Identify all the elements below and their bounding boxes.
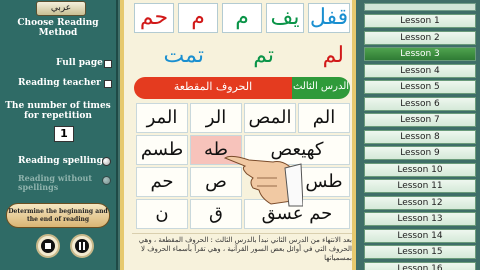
pause-button[interactable] (70, 234, 94, 258)
lesson-item[interactable]: Lesson 3 (364, 47, 476, 61)
lesson-title-banner: الحروف المقطعة (134, 77, 292, 99)
row2-word-left[interactable]: تمت (144, 39, 204, 75)
lesson-number-banner: الدرس الثالث (292, 77, 350, 99)
pause-icon (75, 239, 89, 253)
language-button[interactable]: عربي (36, 1, 86, 16)
grid-cell[interactable]: طسم (136, 135, 188, 165)
top-letter-4[interactable]: يف (266, 3, 304, 33)
grid-cell[interactable]: ن (136, 199, 188, 229)
lesson-item[interactable]: Lesson 4 (364, 63, 476, 78)
lesson-page: حم م م يف قفل تمت تم لم الحروف المقطعة ا… (120, 0, 356, 270)
repetition-label: The number of times for repetition (5, 101, 111, 121)
reading-spellings-label: Reading spellings (18, 156, 108, 166)
top-letter-1[interactable]: حم (134, 3, 174, 33)
lesson-description: بعد الانتهاء من الدرس الثاني نبدأ بالدرس… (132, 233, 352, 269)
reading-teacher-checkbox[interactable] (104, 80, 112, 88)
stop-icon (41, 239, 55, 253)
top-letter-5[interactable]: قفل (308, 3, 350, 33)
lesson-item[interactable]: Lesson 11 (364, 179, 476, 193)
lessons-scroll-header[interactable] (364, 3, 476, 11)
reading-teacher-label: Reading teacher (18, 78, 101, 88)
repetition-input[interactable]: 1 (54, 126, 74, 142)
grid-cell[interactable]: حم (136, 167, 188, 197)
lesson-item[interactable]: Lesson 2 (364, 30, 476, 45)
reading-without-spellings-label: Reading without spellings (18, 173, 93, 192)
grid-cell[interactable]: المر (136, 103, 188, 133)
grid-cell[interactable]: الر (190, 103, 242, 133)
lesson-item[interactable]: Lesson 7 (364, 113, 476, 127)
full-page-label: Full page (56, 58, 103, 68)
lesson-item[interactable]: Lesson 10 (364, 162, 476, 177)
lesson-item[interactable]: Lesson 15 (364, 245, 476, 259)
stop-button[interactable] (36, 234, 60, 258)
row2-word-right[interactable]: لم (294, 39, 344, 75)
reading-without-spellings-radio[interactable] (102, 176, 111, 185)
lesson-item[interactable]: Lesson 13 (364, 212, 476, 226)
lesson-item[interactable]: Lesson 14 (364, 228, 476, 243)
top-letter-3[interactable]: م (222, 3, 262, 33)
grid-cell[interactable]: المص (244, 103, 296, 133)
grid-cell[interactable]: طس (298, 167, 350, 197)
reading-method-panel: عربي Choose Reading Method Full page Rea… (0, 0, 118, 270)
pointing-hand-icon (223, 155, 303, 207)
lesson-item[interactable]: Lesson 16 (364, 261, 476, 270)
choose-method-heading: Choose Reading Method (17, 18, 99, 38)
top-letter-2[interactable]: م (178, 3, 218, 33)
determine-range-button[interactable]: Determine the beginning and the end of r… (6, 203, 110, 228)
lessons-sidebar: Lesson 1 Lesson 2 Lesson 3 Lesson 4 Lesson 5… (360, 0, 480, 270)
reading-spellings-radio[interactable] (102, 157, 111, 166)
lesson-item[interactable]: Lesson 5 (364, 80, 476, 94)
lesson-item[interactable]: Lesson 6 (364, 96, 476, 111)
row2-word-mid[interactable]: تم (224, 39, 274, 75)
full-page-checkbox[interactable] (104, 60, 112, 68)
lesson-item[interactable]: Lesson 1 (364, 14, 476, 28)
lesson-item[interactable]: Lesson 8 (364, 129, 476, 144)
grid-cell[interactable]: الم (298, 103, 350, 133)
lesson-item[interactable]: Lesson 9 (364, 146, 476, 160)
lesson-item[interactable]: Lesson 12 (364, 195, 476, 210)
